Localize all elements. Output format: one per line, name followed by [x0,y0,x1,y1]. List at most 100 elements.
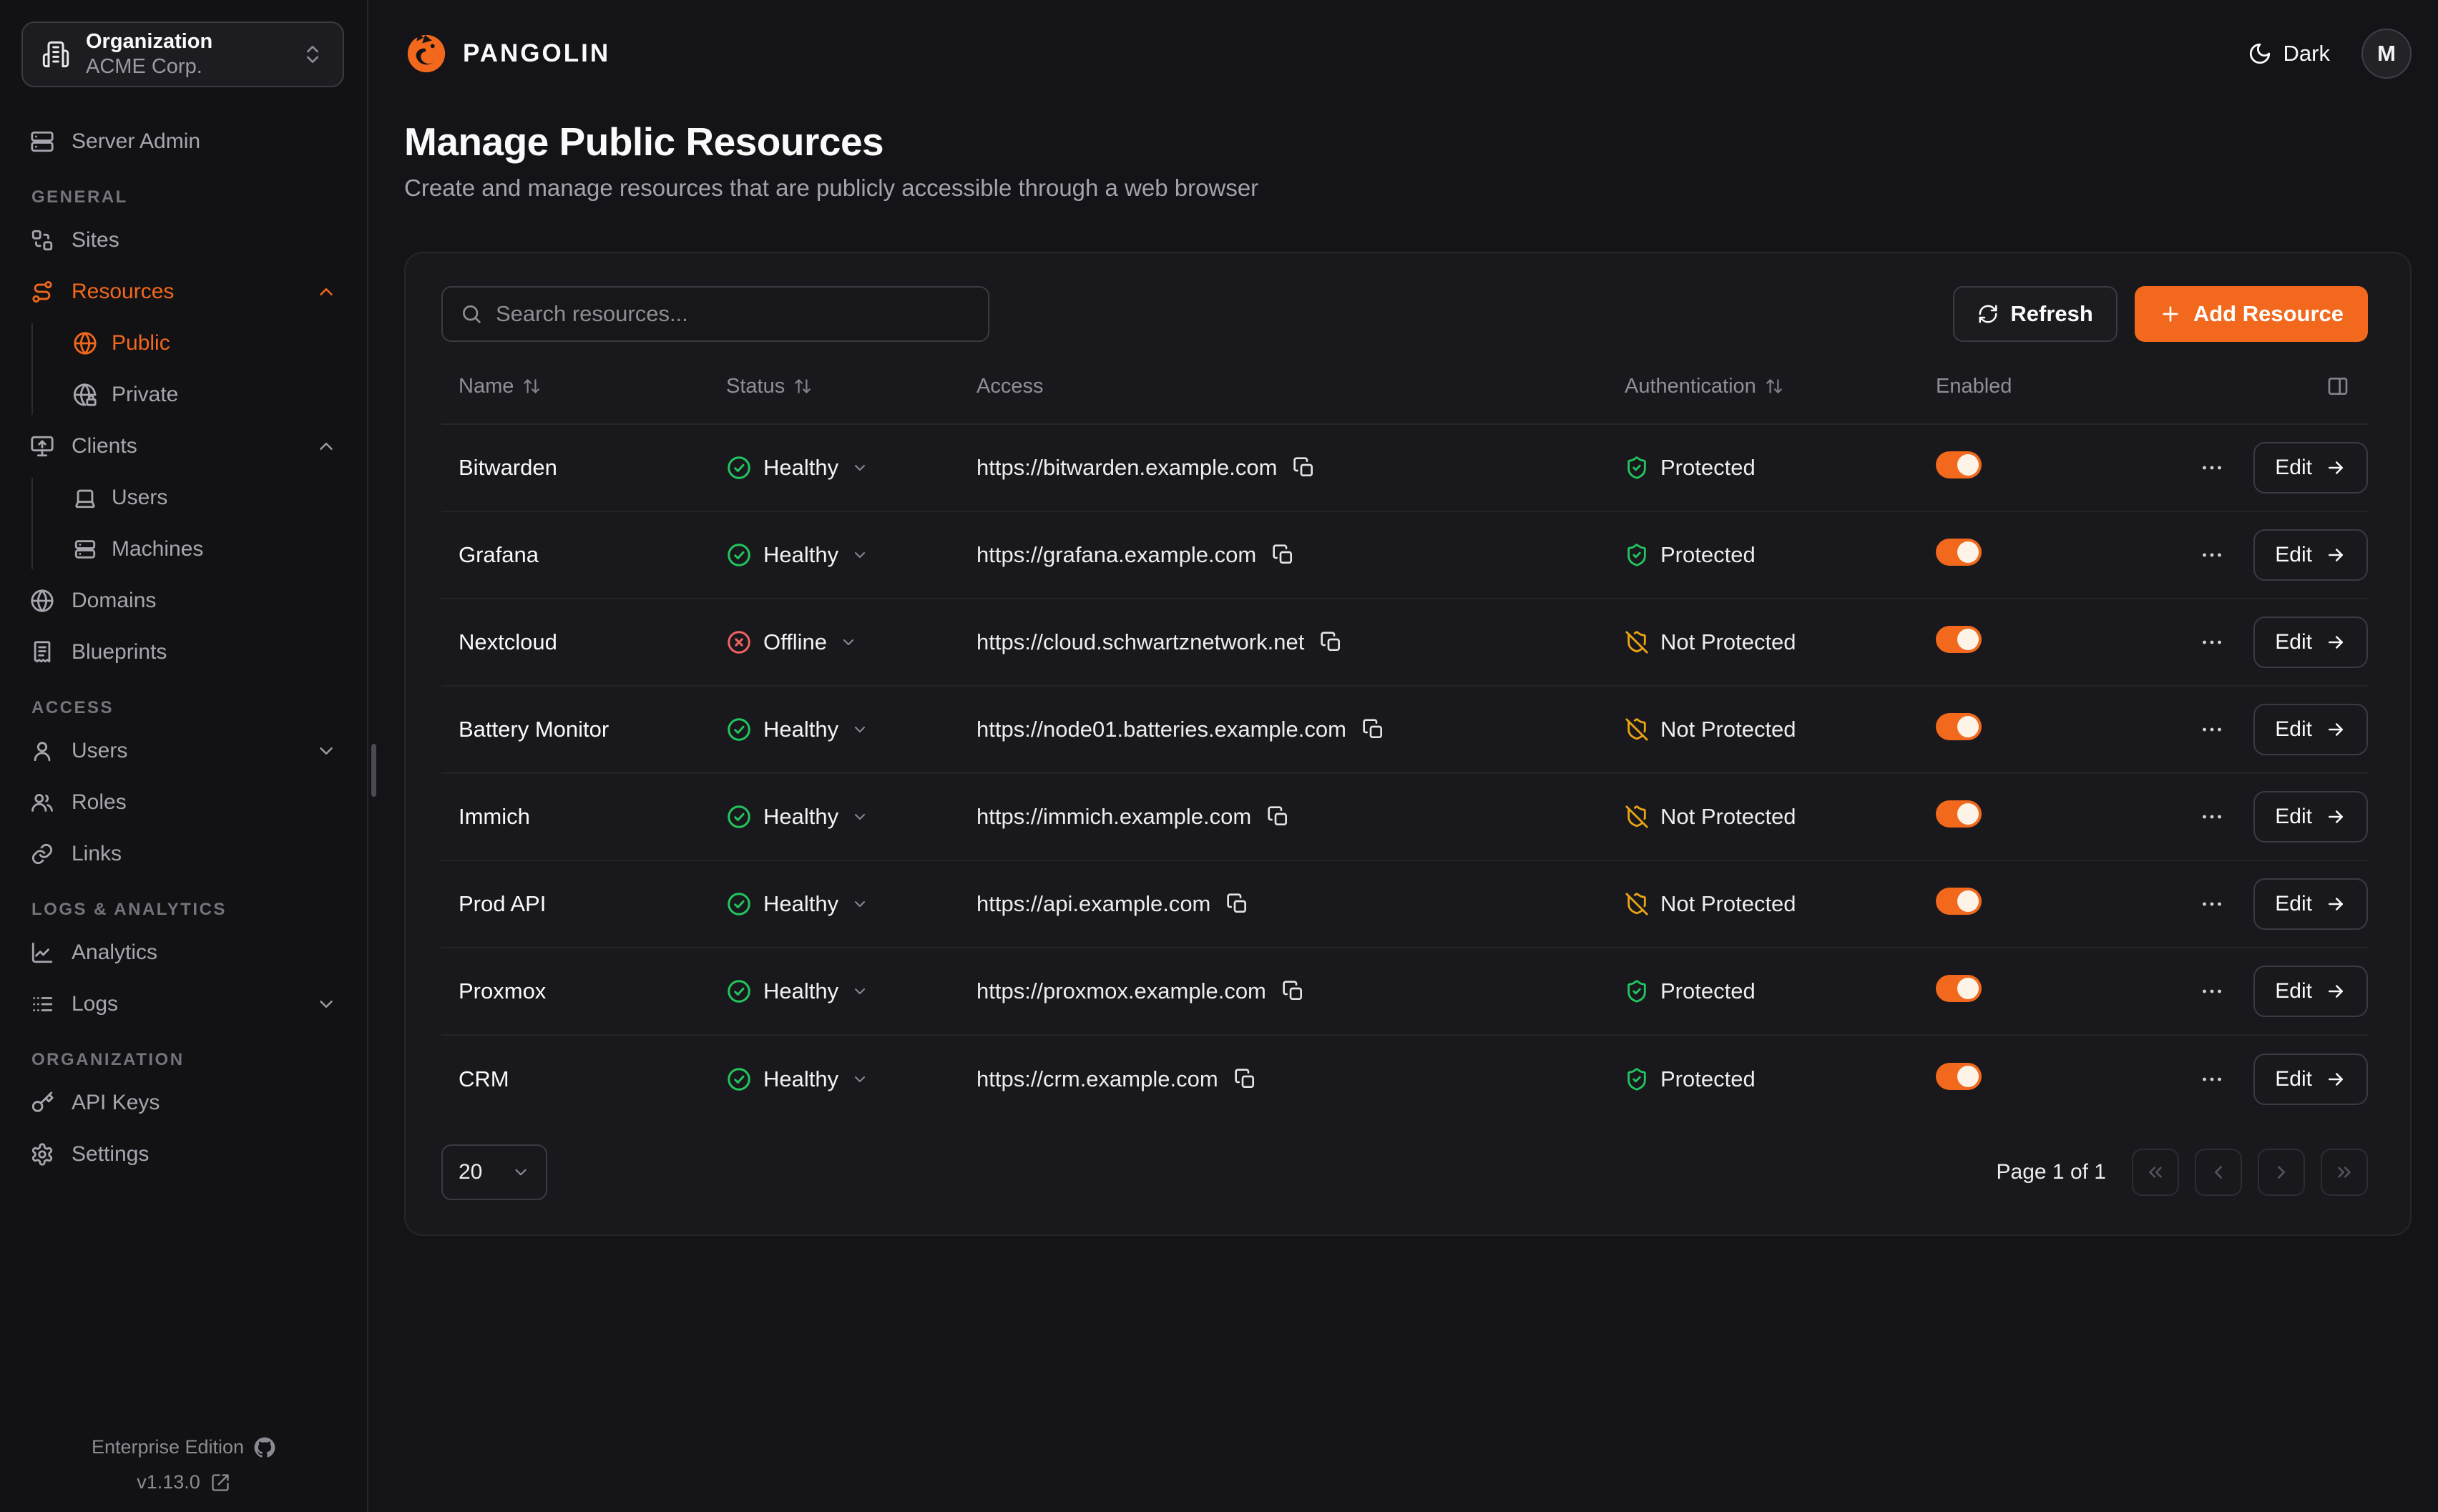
status-dropdown[interactable]: Healthy [726,455,868,481]
last-page-button[interactable] [2321,1149,2368,1196]
arrow-right-icon [2325,893,2346,915]
prev-page-button[interactable] [2195,1149,2242,1196]
column-header-status[interactable]: Status [726,375,976,398]
chevron-down-icon [315,993,337,1015]
copy-url-button[interactable] [1234,1068,1257,1091]
sidebar-item-roles[interactable]: Roles [19,782,348,823]
column-header-authentication[interactable]: Authentication [1625,375,1936,398]
edit-button[interactable]: Edit [2253,878,2368,930]
resources-icon [30,280,54,304]
row-menu-button[interactable] [2195,712,2229,747]
sidebar-item-label: Roles [72,790,127,815]
edit-button[interactable]: Edit [2253,529,2368,581]
status-dropdown[interactable]: Healthy [726,978,868,1004]
blueprint-icon [30,640,54,664]
enabled-toggle[interactable] [1936,800,1982,828]
sidebar-item-public[interactable]: Public [62,323,348,363]
row-menu-button[interactable] [2195,625,2229,659]
github-icon [254,1437,275,1458]
status-dropdown[interactable]: Healthy [726,804,868,830]
copy-url-button[interactable] [1320,631,1343,654]
status-dropdown[interactable]: Healthy [726,717,868,742]
copy-url-button[interactable] [1272,544,1295,566]
row-menu-button[interactable] [2195,974,2229,1008]
copy-url-button[interactable] [1293,456,1316,479]
row-menu-button[interactable] [2195,1062,2229,1096]
table-row: Battery Monitor Healthy https://node01.b… [441,687,2368,774]
sidebar-item-users[interactable]: Users [19,731,348,771]
sidebar-item-clients[interactable]: Clients [19,426,348,466]
enabled-toggle[interactable] [1936,888,1982,915]
table-row: Bitwarden Healthy https://bitwarden.exam… [441,425,2368,512]
sidebar-item-label: Domains [72,589,156,613]
columns-icon[interactable] [2326,375,2349,398]
enabled-toggle[interactable] [1936,975,1982,1002]
refresh-button[interactable]: Refresh [1953,286,2117,342]
edit-button[interactable]: Edit [2253,617,2368,668]
column-header-name[interactable]: Name [459,375,726,398]
avatar[interactable]: M [2361,29,2412,79]
enabled-toggle[interactable] [1936,626,1982,653]
search-input[interactable] [496,301,971,327]
gear-icon [30,1142,54,1167]
status-label: Healthy [763,978,838,1004]
chevron-down-icon [851,546,868,564]
enabled-toggle[interactable] [1936,1063,1982,1090]
sidebar-item-client-users[interactable]: Users [62,478,348,518]
sidebar-item-analytics[interactable]: Analytics [19,933,348,973]
table-row: Prod API Healthy https://api.example.com… [441,861,2368,948]
page-size-select[interactable]: 20 [441,1144,547,1200]
edit-button[interactable]: Edit [2253,966,2368,1017]
sidebar-item-server-admin[interactable]: Server Admin [19,122,348,162]
sidebar-item-sites[interactable]: Sites [19,220,348,260]
enabled-toggle[interactable] [1936,713,1982,740]
status-dropdown[interactable]: Offline [726,629,857,655]
toggle-knob [1957,629,1979,650]
laptop-icon [73,486,97,510]
sidebar-item-resources[interactable]: Resources [19,272,348,312]
edit-button[interactable]: Edit [2253,1054,2368,1105]
chart-icon [30,941,54,965]
next-page-button[interactable] [2258,1149,2305,1196]
enabled-toggle[interactable] [1936,539,1982,566]
status-dropdown[interactable]: Healthy [726,891,868,917]
sidebar-item-domains[interactable]: Domains [19,581,348,621]
row-menu-button[interactable] [2195,887,2229,921]
enabled-toggle[interactable] [1936,451,1982,478]
first-page-button[interactable] [2132,1149,2179,1196]
org-switcher[interactable]: Organization ACME Corp. [21,21,344,87]
sidebar-item-label: Users [112,486,167,510]
edit-button[interactable]: Edit [2253,791,2368,843]
sidebar-item-logs[interactable]: Logs [19,984,348,1024]
status-dropdown[interactable]: Healthy [726,542,868,568]
table-row: Grafana Healthy https://grafana.example.… [441,512,2368,599]
sidebar-item-label: Resources [72,280,174,304]
copy-url-button[interactable] [1282,980,1305,1003]
edit-button[interactable]: Edit [2253,442,2368,494]
edit-button[interactable]: Edit [2253,704,2368,755]
copy-url-button[interactable] [1362,718,1385,741]
page-subtitle: Create and manage resources that are pub… [404,175,2412,202]
circle-check-icon [726,542,752,568]
row-menu-button[interactable] [2195,538,2229,572]
resource-name: Bitwarden [459,455,726,481]
sidebar-item-api-keys[interactable]: API Keys [19,1083,348,1123]
theme-toggle[interactable]: Dark [2248,41,2330,67]
add-resource-button[interactable]: Add Resource [2135,286,2368,342]
row-menu-button[interactable] [2195,800,2229,834]
sidebar-item-machines[interactable]: Machines [62,529,348,569]
refresh-label: Refresh [2010,301,2092,327]
copy-url-button[interactable] [1226,893,1249,915]
toggle-knob [1957,454,1979,476]
row-menu-button[interactable] [2195,451,2229,485]
sidebar-item-blueprints[interactable]: Blueprints [19,632,348,672]
sidebar-item-private[interactable]: Private [62,375,348,415]
edition-link[interactable]: Enterprise Edition [0,1436,367,1458]
version-link[interactable]: v1.13.0 [0,1471,367,1493]
status-dropdown[interactable]: Healthy [726,1066,868,1092]
copy-url-button[interactable] [1267,805,1290,828]
sidebar-item-links[interactable]: Links [19,834,348,874]
sidebar-item-settings[interactable]: Settings [19,1134,348,1174]
sidebar-scrollbar-thumb[interactable] [371,744,376,797]
auth-label: Protected [1660,978,1756,1004]
